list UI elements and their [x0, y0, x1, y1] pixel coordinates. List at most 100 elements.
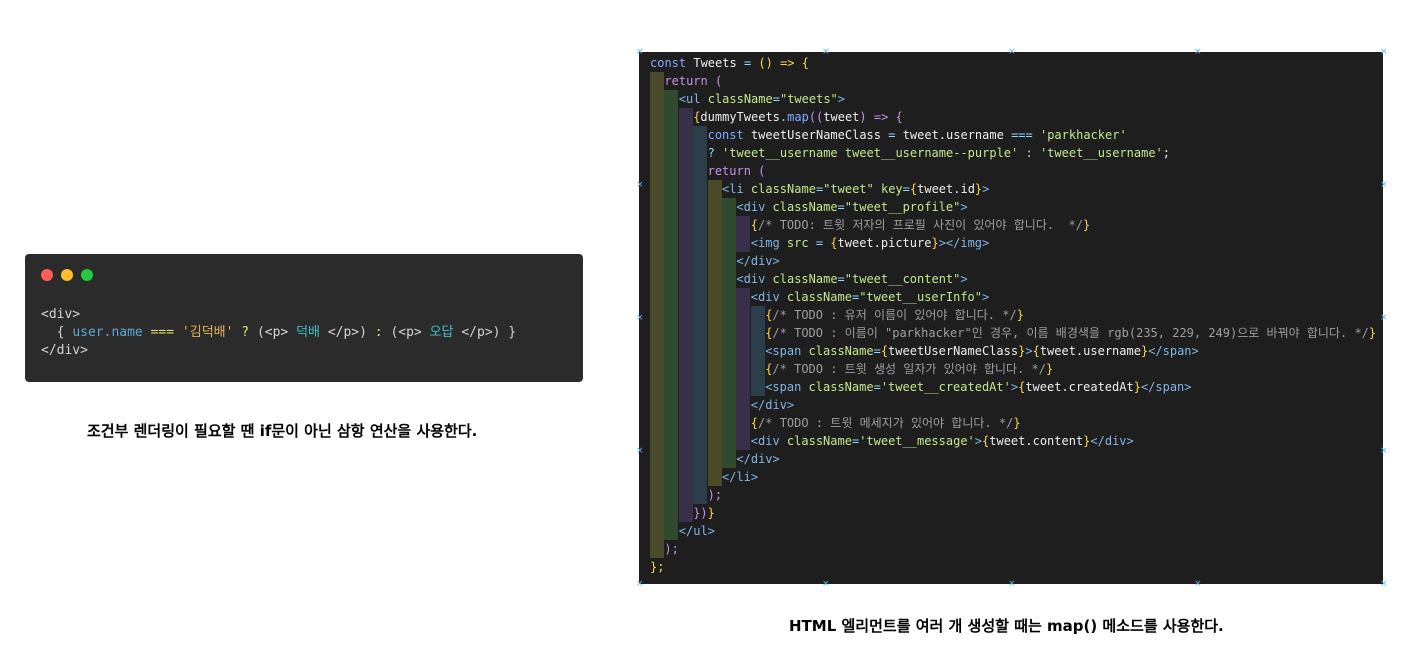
- code-token: tweet: [823, 110, 860, 124]
- snippet-card: <div> { user.name === '김덕배' ? (<p> 덕배 </…: [25, 254, 583, 382]
- indent-guide: [650, 306, 664, 324]
- indent-guide: [650, 540, 664, 558]
- indent-guide: [750, 342, 765, 360]
- indent-guide: [722, 450, 736, 468]
- code-text: <div className="tweet__content">: [736, 272, 967, 286]
- indent-guide: [664, 252, 679, 270]
- indent-guide: [650, 252, 664, 270]
- code-token: "tweets": [779, 92, 838, 106]
- snippet-token: (<p>: [382, 325, 430, 340]
- resize-handle-icon[interactable]: ×: [1380, 48, 1388, 57]
- code-token: <div: [750, 434, 787, 448]
- resize-handle-icon[interactable]: ×: [636, 447, 644, 456]
- code-token: >: [837, 92, 845, 106]
- indent-guide: [707, 414, 722, 432]
- indent-guide: [678, 180, 693, 198]
- indent-guide: [650, 234, 664, 252]
- resize-handle-icon[interactable]: ×: [1380, 181, 1388, 190]
- snippet-token: '김덕배': [181, 325, 234, 340]
- resize-handle-icon[interactable]: ×: [636, 181, 644, 190]
- code-token: 'tweet__createdAt': [880, 380, 1011, 394]
- code-token: dummyTweets: [700, 110, 780, 124]
- indent-guide: [664, 504, 679, 522]
- resize-handle-icon[interactable]: ×: [1008, 580, 1016, 589]
- code-token: 'tweet__username': [1039, 146, 1163, 160]
- code-text: return (: [664, 74, 722, 88]
- indent-guide: [650, 360, 664, 378]
- code-line: <div className='tweet__message'>{tweet.c…: [639, 432, 1376, 450]
- snippet-token: (<p>: [256, 325, 297, 340]
- resize-handle-icon[interactable]: ×: [1380, 580, 1388, 589]
- indent-guide: [650, 378, 664, 396]
- indent-guide: [736, 432, 751, 450]
- indent-guide: [707, 342, 722, 360]
- resize-handle-icon[interactable]: ×: [636, 580, 644, 589]
- code-token: =: [772, 92, 780, 106]
- resize-handle-icon[interactable]: ×: [1380, 447, 1388, 456]
- code-line: );: [639, 486, 1376, 504]
- indent-guide: [664, 324, 679, 342]
- indent-guide: [664, 180, 679, 198]
- indent-guide: [736, 414, 751, 432]
- indent-guide: [678, 468, 693, 486]
- indent-guide: [650, 342, 664, 360]
- indent-guide: [678, 270, 693, 288]
- code-token: =: [837, 272, 845, 286]
- code-text: </div>: [751, 398, 794, 412]
- indent-guide: [664, 414, 679, 432]
- close-dot-icon: [41, 269, 53, 281]
- code-line: ? 'tweet__username tweet__username--purp…: [639, 144, 1376, 162]
- indent-guide: [707, 180, 722, 198]
- indent-guide: [678, 234, 693, 252]
- code-token: ?: [707, 146, 723, 160]
- resize-handle-icon[interactable]: ×: [822, 580, 830, 589]
- indent-guide: [707, 324, 722, 342]
- indent-guide: [664, 126, 679, 144]
- resize-handle-icon[interactable]: ×: [636, 314, 644, 323]
- code-line: <div className="tweet__profile">: [639, 198, 1376, 216]
- indent-guide: [678, 396, 693, 414]
- code-line: <span className='tweet__createdAt'>{twee…: [639, 378, 1376, 396]
- indent-guide: [693, 180, 708, 198]
- code-token: </div>: [1090, 434, 1134, 448]
- code-text: };: [650, 560, 664, 574]
- code-token: }: [931, 236, 939, 250]
- indent-guide: [707, 270, 722, 288]
- resize-handle-icon[interactable]: ×: [1380, 314, 1388, 323]
- code-line: {/* TODO : 이름이 "parkhacker"인 경우, 이름 배경색을…: [639, 324, 1376, 342]
- resize-handle-icon[interactable]: ×: [1194, 580, 1202, 589]
- left-caption: 조건부 렌더링이 필요할 땐 if문이 아닌 삼항 연산을 사용한다.: [87, 422, 478, 440]
- code-token: =: [873, 344, 881, 358]
- indent-guide: [693, 450, 708, 468]
- indent-guide: [664, 144, 679, 162]
- code-token: =: [902, 182, 910, 196]
- indent-guide: [650, 270, 664, 288]
- code-token: <span: [765, 380, 809, 394]
- code-token: return (: [707, 164, 766, 178]
- code-text: </li>: [722, 470, 758, 484]
- indent-guide: [722, 288, 736, 306]
- indent-guide: [678, 324, 693, 342]
- code-token: /* TODO : 트윗 메세지가 있어야 합니다. */: [758, 416, 1014, 430]
- code-line: {/* TODO : 트윗 메세지가 있어야 합니다. */}: [639, 414, 1376, 432]
- resize-handle-icon[interactable]: ×: [1194, 48, 1202, 57]
- indent-guide: [736, 234, 751, 252]
- indent-guide: [707, 198, 722, 216]
- snippet-token: ?: [233, 325, 257, 340]
- indent-guide: [693, 396, 708, 414]
- indent-guide: [722, 360, 736, 378]
- code-token: }: [1133, 380, 1141, 394]
- indent-guide: [650, 90, 664, 108]
- code-editor-image: const Tweets = () => {return (<ul classN…: [639, 52, 1383, 584]
- indent-guide: [736, 396, 751, 414]
- code-text: return (: [708, 164, 766, 178]
- code-token: tweetUserNameClass: [750, 128, 881, 142]
- resize-handle-icon[interactable]: ×: [1008, 48, 1016, 57]
- code-token: ((: [808, 110, 824, 124]
- code-token: className: [772, 272, 838, 286]
- indent-guide: [722, 342, 736, 360]
- resize-handle-icon[interactable]: ×: [636, 48, 644, 57]
- indent-guide: [693, 360, 708, 378]
- resize-handle-icon[interactable]: ×: [822, 48, 830, 57]
- indent-guide: [750, 306, 765, 324]
